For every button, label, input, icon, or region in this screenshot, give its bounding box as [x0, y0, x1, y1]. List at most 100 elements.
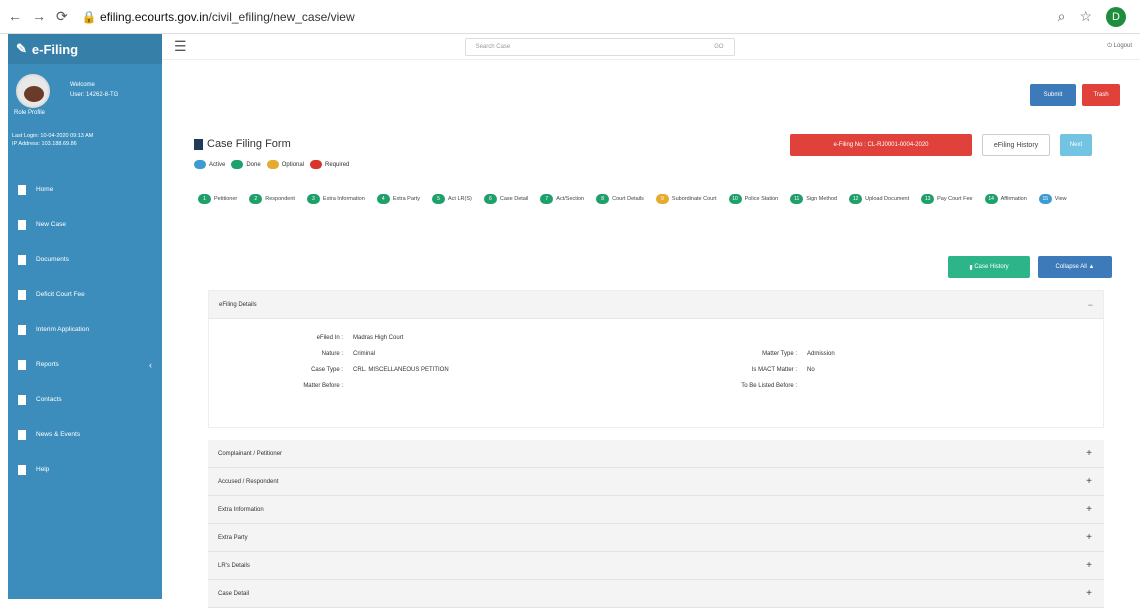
submit-button[interactable]: Submit — [1030, 84, 1076, 106]
case-history-button[interactable]: ▮ Case History — [948, 256, 1030, 278]
step-label: Respondent — [265, 196, 295, 202]
step-extra-party[interactable]: 4 Extra Party — [376, 194, 421, 204]
zoom-icon[interactable]: ⌕ — [1058, 8, 1066, 25]
section-complainant[interactable]: Complainant / Petitioner + — [208, 440, 1104, 468]
step-label: Upload Document — [865, 196, 910, 202]
sidebar-item-label: Contacts — [36, 396, 62, 403]
page-title: Case Filing Form — [194, 138, 291, 150]
sidebar-item-help[interactable]: Help — [8, 452, 162, 487]
search-button[interactable]: GO — [714, 44, 723, 50]
next-button[interactable]: Next — [1060, 134, 1092, 156]
step-petitioner[interactable]: 1 Petitioner — [198, 194, 237, 204]
file-icon — [194, 138, 203, 150]
collapse-icon[interactable]: − — [1088, 300, 1093, 310]
sidebar-item-contacts[interactable]: Contacts — [8, 382, 162, 417]
sidebar-item-deficit-court-fee[interactable]: Deficit Court Fee — [8, 277, 162, 312]
section-accused[interactable]: Accused / Respondent + — [208, 468, 1104, 496]
step-sign-method[interactable]: 11 Sign Method — [790, 194, 837, 204]
file-icon — [18, 254, 26, 265]
step-pay-court-fee[interactable]: 13 Pay Court Fee — [921, 194, 973, 204]
main-content: Submit Trash Case Filing Form Active Don… — [162, 60, 1140, 608]
last-login-text: Last Login: 10-04-2020 09:13 AM — [12, 133, 94, 139]
sidebar-item-reports[interactable]: Reports ‹ — [8, 347, 162, 382]
sidebar-item-label: Home — [36, 186, 54, 193]
forward-icon[interactable]: → — [32, 8, 46, 25]
address-bar[interactable]: 🔒 efiling.ecourts.gov.in/civil_efiling/n… — [82, 10, 355, 24]
step-affirmation[interactable]: 14 Affirmation — [984, 194, 1027, 204]
profile-avatar[interactable]: D — [1106, 6, 1126, 27]
detail-listed-before: To Be Listed Before : — [721, 383, 807, 389]
step-label: Case Detail — [499, 196, 529, 202]
step-respondent[interactable]: 2 Respondent — [249, 194, 295, 204]
expand-icon[interactable]: + — [1086, 476, 1092, 487]
pen-icon — [18, 219, 26, 230]
back-icon[interactable]: ← — [8, 8, 22, 25]
step-case-detail[interactable]: 6 Case Detail — [483, 194, 529, 204]
step-number: 14 — [984, 194, 998, 204]
step-number: 8 — [596, 194, 610, 204]
search-input[interactable]: Search Case GO — [464, 37, 735, 56]
section-extra-party[interactable]: Extra Party + — [208, 524, 1104, 552]
efiling-history-button[interactable]: eFiling History — [982, 134, 1050, 156]
sidebar-item-label: Interim Application — [36, 326, 90, 333]
menu-toggle-icon[interactable]: ☰ — [174, 38, 187, 55]
brand[interactable]: ✎ e-Filing — [8, 34, 162, 64]
legend-label: Active — [209, 161, 226, 168]
legend-done: Done — [231, 160, 261, 169]
step-label: Affirmation — [1000, 196, 1027, 202]
sidebar-item-interim-application[interactable]: Interim Application — [8, 312, 162, 347]
step-label: Extra Party — [392, 196, 421, 202]
last-login: Last Login: 10-04-2020 09:13 AM IP Addre… — [8, 122, 162, 166]
avatar — [16, 74, 50, 108]
case-history-label: Case History — [974, 264, 1009, 270]
legend-swatch — [266, 160, 279, 169]
panel-actions: ▮ Case History Collapse All ▲ — [948, 256, 1112, 278]
step-extra-information[interactable]: 3 Extra Information — [306, 194, 365, 204]
reload-icon[interactable]: ⟳ — [56, 8, 68, 25]
step-label: View — [1054, 196, 1067, 202]
step-number: 7 — [540, 194, 554, 204]
step-court-details[interactable]: 8 Court Details — [596, 194, 644, 204]
step-upload-document[interactable]: 12 Upload Document — [849, 194, 909, 204]
section-lrs-details[interactable]: LR's Details + — [208, 552, 1104, 580]
detail-matter-before: Matter Before : — [283, 383, 353, 389]
section-title: Extra Party — [218, 534, 248, 541]
sidebar-item-documents[interactable]: Documents — [8, 242, 162, 277]
top-navbar: ☰ Search Case GO ⏻ Logout — [162, 34, 1140, 60]
step-label: Pay Court Fee — [937, 196, 973, 202]
star-icon[interactable]: ☆ — [1079, 8, 1092, 25]
step-tabs: 1 Petitioner 2 Respondent 3 Extra Informati… — [198, 194, 1118, 204]
sidebar-item-news-events[interactable]: News & Events — [8, 417, 162, 452]
collapse-all-button[interactable]: Collapse All ▲ — [1038, 256, 1112, 278]
section-extra-information[interactable]: Extra Information + — [208, 496, 1104, 524]
expand-icon[interactable]: + — [1086, 560, 1092, 571]
step-police-station[interactable]: 10 Police Station — [728, 194, 778, 204]
detail-key: Case Type : — [311, 367, 343, 373]
sidebar-item-home[interactable]: Home — [8, 172, 162, 207]
expand-icon[interactable]: + — [1086, 504, 1092, 515]
step-act-section[interactable]: 7 Act/Section — [540, 194, 584, 204]
section-title: Case Detail — [218, 590, 250, 597]
step-act-lrs[interactable]: 5 Act LR(S) — [432, 194, 472, 204]
table-icon — [18, 359, 26, 370]
expand-icon[interactable]: + — [1086, 448, 1092, 459]
efiling-details-header[interactable]: eFiling Details − — [209, 291, 1103, 319]
sidebar-item-new-case[interactable]: New Case — [8, 207, 162, 242]
browser-actions: ⌕ ☆ D — [1058, 6, 1126, 27]
logout-link[interactable]: ⏻ Logout — [1107, 43, 1132, 50]
step-label: Act/Section — [556, 196, 585, 202]
trash-button[interactable]: Trash — [1082, 84, 1120, 106]
expand-icon[interactable]: + — [1086, 532, 1092, 543]
step-label: Act LR(S) — [448, 196, 472, 202]
expand-icon[interactable]: + — [1086, 588, 1092, 599]
detail-mact-matter: Is MACT Matter : No — [721, 367, 815, 373]
detail-value: CRL. MISCELLANEOUS PETITION — [353, 367, 449, 373]
browser-toolbar: ← → ⟳ 🔒 efiling.ecourts.gov.in/civil_efi… — [0, 0, 1140, 34]
user-id: User: 14262-8-TG — [70, 92, 119, 98]
step-number: 15 — [1038, 194, 1052, 204]
step-view[interactable]: 15 View — [1038, 194, 1067, 204]
section-case-detail[interactable]: Case Detail + — [208, 580, 1104, 608]
step-subordinate-court[interactable]: 9 Subordinate Court — [655, 194, 717, 204]
efiling-details-body: eFiled In : Madras High Court Nature : Cri… — [209, 319, 1103, 427]
legend-label: Required — [325, 161, 350, 168]
